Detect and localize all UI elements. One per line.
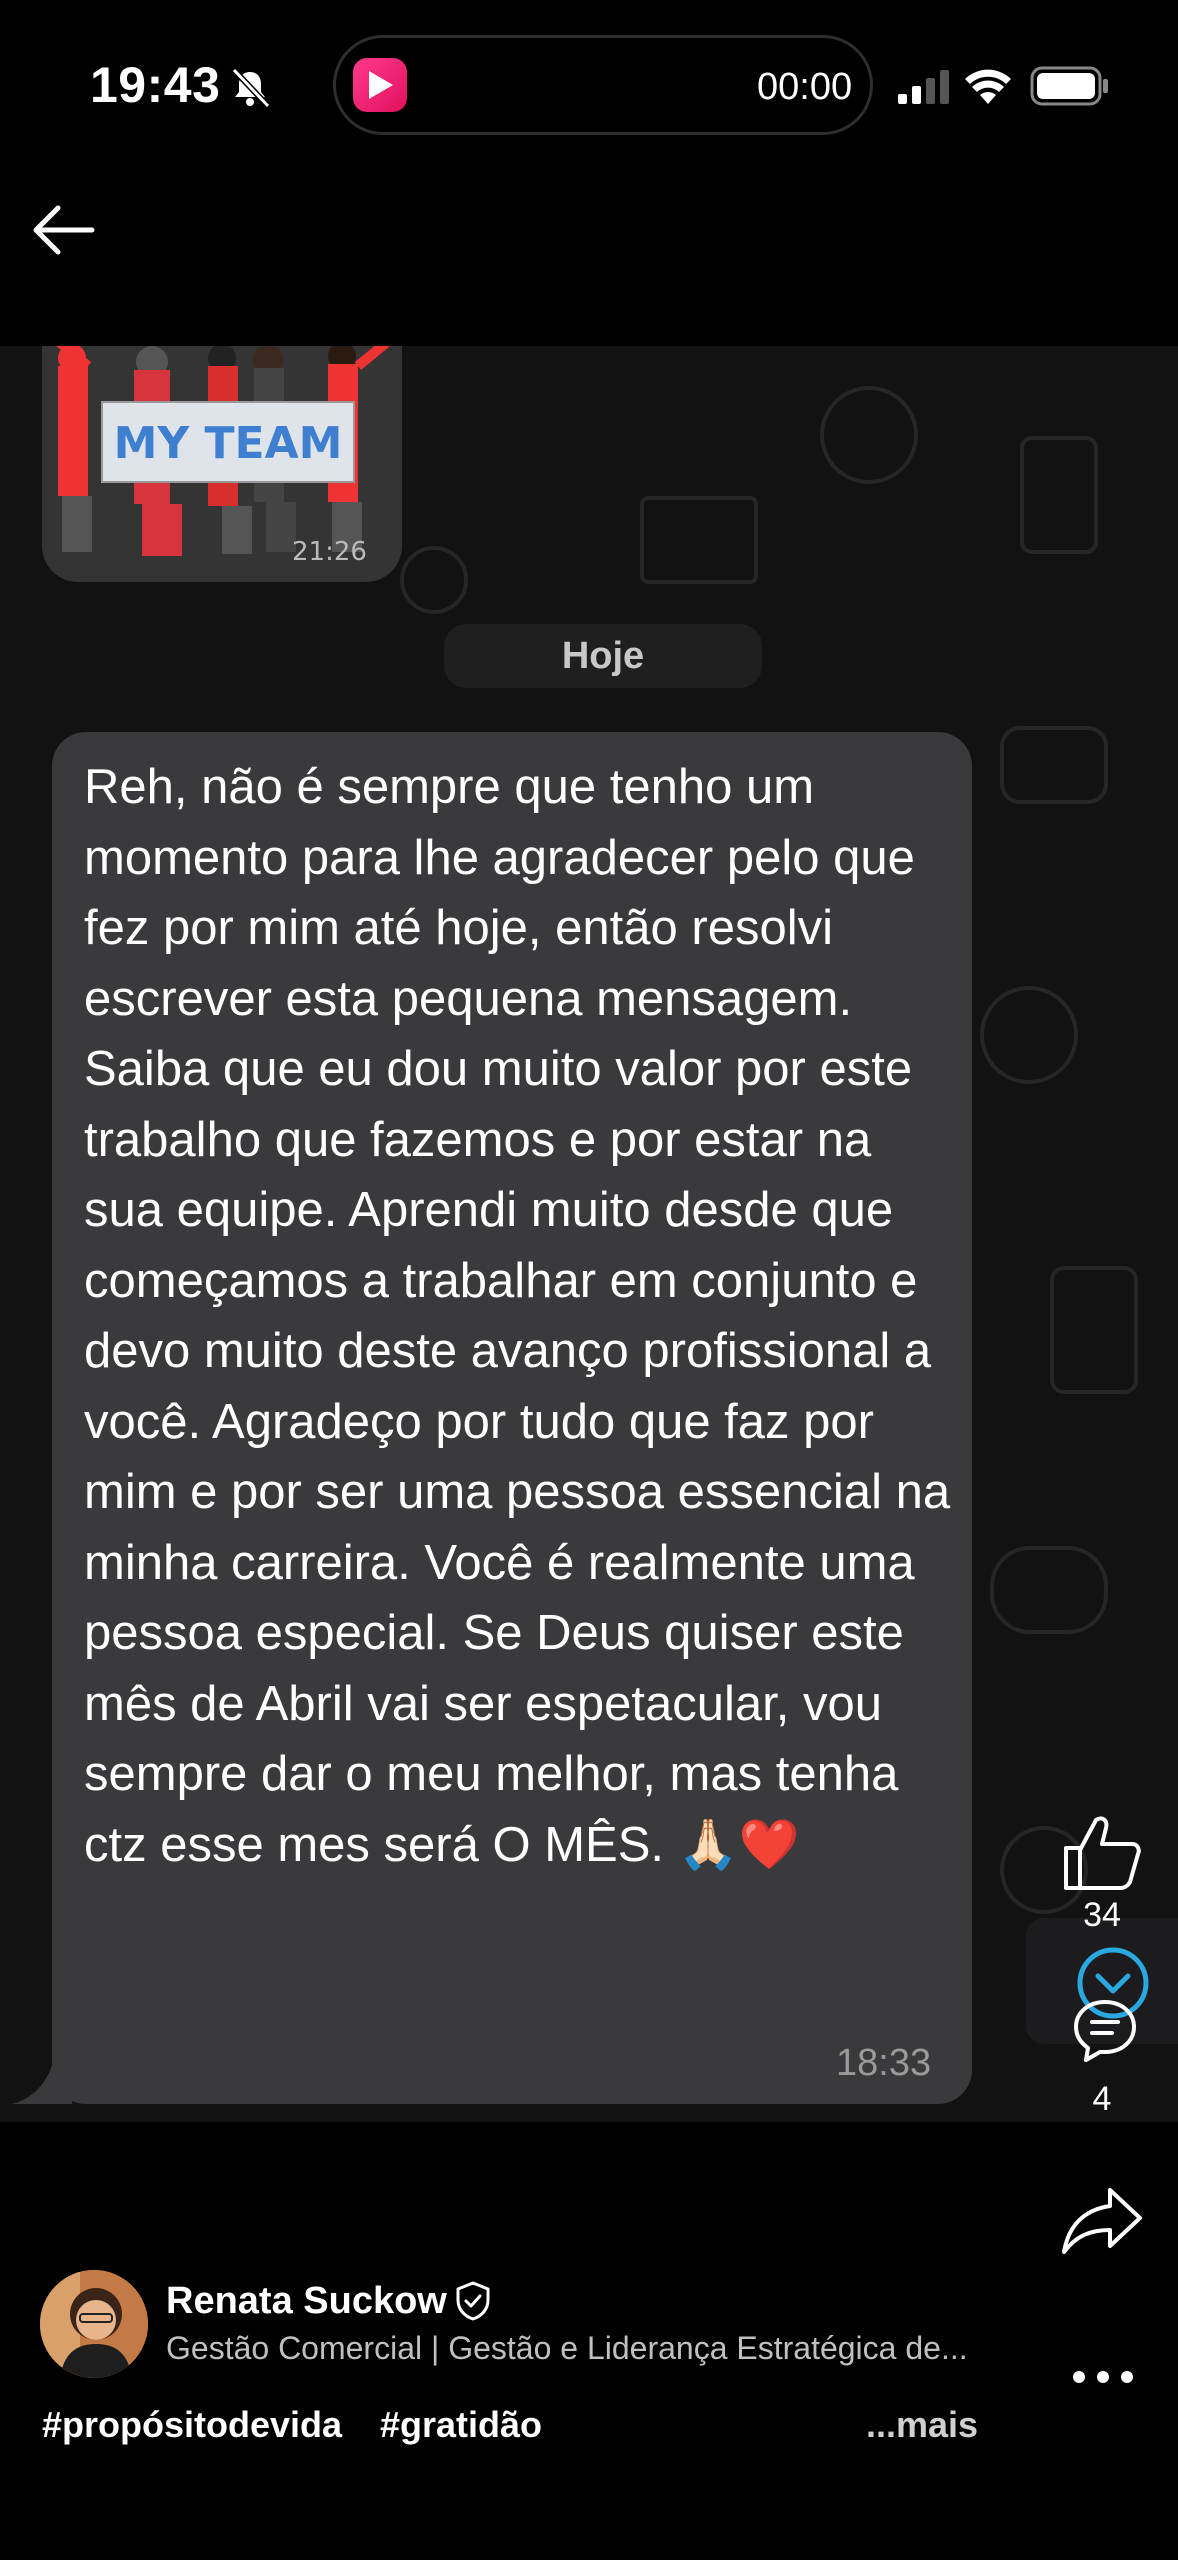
more-icon[interactable] [1070, 2366, 1136, 2388]
hashtag-link[interactable]: #gratidão [380, 2404, 542, 2446]
sticker-time: 21:26 [292, 537, 367, 567]
author-name[interactable]: Renata Suckow [166, 2280, 447, 2323]
see-more-link[interactable]: ...mais [866, 2404, 978, 2446]
bell-off-icon [231, 67, 271, 109]
status-time: 19:43 [90, 57, 221, 113]
sticker-text: MY TEAM [114, 418, 343, 469]
author-avatar[interactable] [40, 2270, 148, 2378]
comment-icon[interactable] [1072, 1998, 1138, 2064]
wifi-icon [965, 69, 1011, 104]
author-headline: Gestão Comercial | Gestão e Liderança Es… [166, 2330, 968, 2366]
verified-icon [456, 2281, 490, 2321]
share-icon[interactable] [1060, 2184, 1144, 2256]
signal-icon [898, 70, 949, 104]
like-count: 34 [1083, 1896, 1121, 1934]
battery-icon [1030, 66, 1108, 106]
recording-app-icon [353, 58, 407, 112]
hashtag-link[interactable]: #propósitodevida [42, 2404, 342, 2446]
like-icon[interactable] [1060, 1812, 1144, 1892]
date-separator: Hoje [444, 624, 762, 688]
comment-count: 4 [1092, 2080, 1112, 2118]
message-time: 18:33 [836, 2042, 932, 2084]
message-text: Reh, não é sempre que tenho um momento p… [84, 760, 951, 1872]
back-arrow-icon[interactable] [32, 202, 96, 258]
island-timer: 00:00 [757, 66, 853, 108]
team-sticker-image: MY TEAM 21:26 [56, 346, 391, 567]
